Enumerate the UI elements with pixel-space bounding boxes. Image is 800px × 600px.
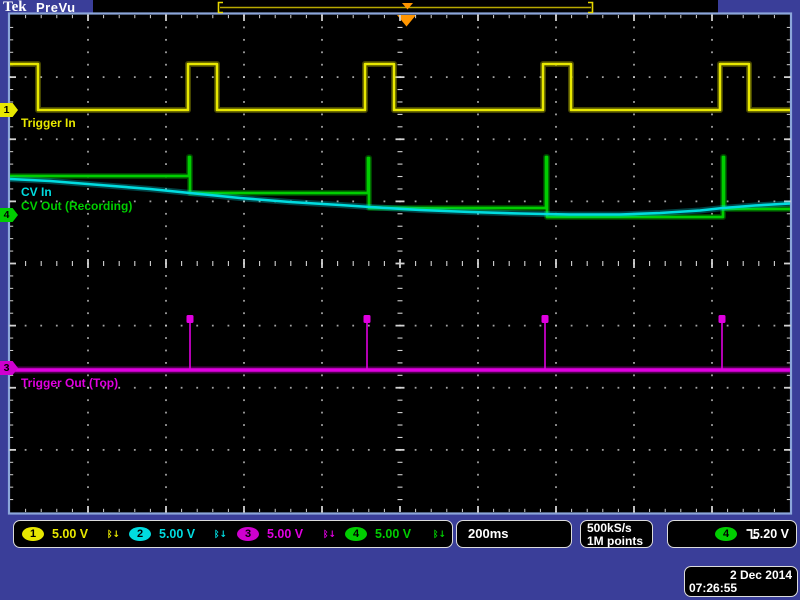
- datetime-box: 2 Dec 2014 07:26:55: [684, 566, 798, 597]
- time-label: 07:26:55: [689, 581, 738, 595]
- trace-label-trigger-out: Trigger Out (Top): [21, 376, 119, 390]
- trigger-level: 5.20 V: [752, 527, 789, 541]
- timebase-value: 200ms: [468, 526, 509, 541]
- trace-label-cv-out: CV Out (Recording): [21, 199, 133, 213]
- channel-2-bandwidth-icon: ᛒ↓: [214, 530, 227, 540]
- channel-3-badge: 3: [237, 527, 259, 541]
- channel-1-scale: 5.00 V: [52, 527, 89, 541]
- channel-4-badge: 4: [345, 527, 367, 541]
- channel-2-scale: 5.00 V: [159, 527, 196, 541]
- trigger-source-badge: 4: [715, 527, 737, 541]
- record-length: 1M points: [587, 534, 643, 548]
- date-label: 2 Dec 2014: [729, 568, 792, 582]
- channel-1-badge: 1: [22, 527, 44, 541]
- timebase-readout: 200ms: [456, 520, 572, 548]
- scope-display: [7, 1, 793, 515]
- acquisition-readout: 500kS/s 1M points: [580, 520, 653, 548]
- channel-readout-bar: 1 5.00 V ᛒ↓ 2 5.00 V ᛒ↓ 3 5.00 V ᛒ↓ 4 5.…: [13, 520, 453, 548]
- trace-label-cv-in: CV In: [21, 185, 52, 199]
- channel-3-bandwidth-icon: ᛒ↓: [323, 530, 336, 540]
- acquisition-mode-label: PreVu: [36, 0, 76, 15]
- trigger-readout: 4 5.20 V: [667, 520, 797, 548]
- trigger-position-icon-strip: [402, 3, 413, 10]
- tek-logo: Tek: [3, 0, 27, 15]
- record-view-window: [217, 1, 594, 14]
- channel-2-badge: 2: [129, 527, 151, 541]
- channel-1-bandwidth-icon: ᛒ↓: [107, 530, 120, 540]
- channel-3-scale: 5.00 V: [267, 527, 304, 541]
- channel-4-bandwidth-icon: ᛒ↓: [433, 530, 446, 540]
- trace-label-trigger-in: Trigger In: [21, 116, 76, 130]
- channel-4-scale: 5.00 V: [375, 527, 412, 541]
